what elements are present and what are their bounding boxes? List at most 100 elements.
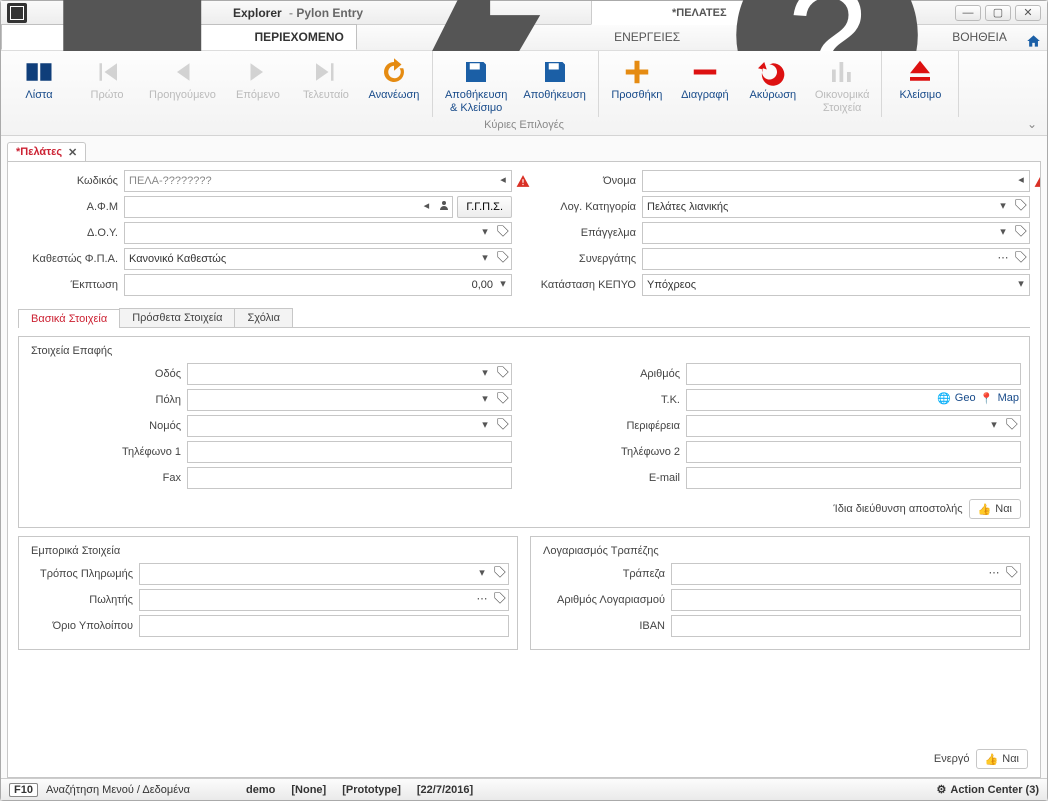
same-shipping-toggle[interactable]: 👍 Ναι	[969, 499, 1021, 519]
ggps-button[interactable]: Γ.Γ.Π.Σ.	[457, 196, 512, 218]
ellipsis-icon[interactable]: ⋯	[475, 591, 489, 605]
num-input[interactable]	[686, 363, 1021, 385]
tab-content[interactable]: ΠΕΡΙΕΧΟΜΕΝΟ	[1, 24, 357, 50]
tel1-input[interactable]	[187, 441, 512, 463]
fax-label: Fax	[27, 472, 187, 484]
payment-input[interactable]	[139, 563, 509, 585]
pin-icon[interactable]: 📍	[980, 391, 994, 405]
tag-icon[interactable]	[493, 591, 507, 605]
associate-label: Συνεργάτης	[536, 253, 642, 265]
person-icon[interactable]	[437, 198, 451, 212]
save-button[interactable]: Αποθήκευση	[519, 55, 589, 117]
save-close-button[interactable]: Αποθήκευση & Κλείσιμο	[441, 55, 511, 117]
chevron-down-icon[interactable]: ▾	[478, 250, 492, 264]
chevron-down-icon[interactable]: ▾	[475, 565, 489, 579]
minimize-button[interactable]: —	[955, 5, 981, 21]
tag-icon[interactable]	[1005, 417, 1019, 431]
iban-input[interactable]	[671, 615, 1021, 637]
chevron-down-icon[interactable]: ▾	[478, 224, 492, 238]
save-close-icon	[461, 57, 491, 87]
tel2-label: Τηλέφωνο 2	[536, 446, 686, 458]
tag-icon[interactable]	[496, 417, 510, 431]
ribbon-group-save: Αποθήκευση & Κλείσιμο Αποθήκευση	[433, 51, 599, 117]
ribbon-collapse-icon[interactable]: ⌄	[1027, 117, 1037, 131]
chevron-down-icon[interactable]: ▾	[1014, 276, 1028, 290]
maximize-button[interactable]: ▢	[985, 5, 1011, 21]
geo-button[interactable]: Geo	[955, 392, 976, 404]
globe-icon[interactable]: 🌐	[937, 391, 951, 405]
tag-icon[interactable]	[496, 224, 510, 238]
ellipsis-icon[interactable]: ⋯	[996, 250, 1010, 264]
vatstatus-input[interactable]	[124, 248, 512, 270]
chevron-down-icon[interactable]: ▾	[996, 224, 1010, 238]
street-input[interactable]	[187, 363, 512, 385]
close-window-button[interactable]: ✕	[1015, 5, 1041, 21]
chevron-left-icon[interactable]: ◂	[1014, 172, 1028, 186]
logcat-input[interactable]	[642, 196, 1030, 218]
tag-icon[interactable]	[496, 391, 510, 405]
active-toggle[interactable]: 👍 Ναι	[976, 749, 1028, 769]
salesman-input[interactable]	[139, 589, 509, 611]
iban-label: IBAN	[539, 620, 671, 632]
associate-input[interactable]	[642, 248, 1030, 270]
chevron-down-icon[interactable]: ▾	[996, 198, 1010, 212]
tag-icon[interactable]	[496, 365, 510, 379]
tag-icon[interactable]	[493, 565, 507, 579]
chevron-left-icon[interactable]: ◂	[419, 198, 433, 212]
fax-input[interactable]	[187, 467, 512, 489]
chevron-down-icon[interactable]: ▾	[987, 417, 1001, 431]
tab-actions[interactable]: ΕΝΕΡΓΕΙΕΣ	[357, 24, 693, 50]
name-input[interactable]	[642, 170, 1030, 192]
list-button[interactable]: Λίστα	[9, 55, 69, 117]
prev-button: Προηγούμενο	[145, 55, 220, 117]
chevron-left-icon[interactable]: ◂	[496, 172, 510, 186]
bank-input[interactable]	[671, 563, 1021, 585]
code-input[interactable]	[124, 170, 512, 192]
county-input[interactable]	[187, 415, 512, 437]
tag-icon[interactable]	[1014, 198, 1028, 212]
afm-input[interactable]	[124, 196, 453, 218]
tel2-input[interactable]	[686, 441, 1021, 463]
tag-icon[interactable]	[1014, 250, 1028, 264]
discount-input[interactable]	[124, 274, 512, 296]
form-area: Κωδικός ◂ Α.Φ.Μ ◂	[7, 161, 1041, 778]
profession-input[interactable]	[642, 222, 1030, 244]
next-icon	[243, 57, 273, 87]
plus-icon	[622, 57, 652, 87]
action-center-button[interactable]: ⚙ Action Center (3)	[937, 783, 1040, 796]
tab-help[interactable]: ? ΒΟΗΘΕΙΑ	[693, 24, 1020, 50]
doy-input[interactable]	[124, 222, 512, 244]
status-prototype: [Prototype]	[342, 784, 401, 796]
city-input[interactable]	[187, 389, 512, 411]
map-button[interactable]: Map	[998, 392, 1019, 404]
refresh-button[interactable]: Ανανέωση	[364, 55, 424, 117]
email-input[interactable]	[686, 467, 1021, 489]
tag-icon[interactable]	[1014, 224, 1028, 238]
home-icon[interactable]	[1026, 32, 1041, 50]
tab-extra[interactable]: Πρόσθετα Στοιχεία	[119, 308, 235, 327]
chevron-down-icon[interactable]: ▾	[478, 365, 492, 379]
accno-input[interactable]	[671, 589, 1021, 611]
f10-key[interactable]: F10	[9, 783, 38, 797]
thumbs-up-icon: 👍	[978, 503, 992, 516]
add-button[interactable]: Προσθήκη	[607, 55, 667, 117]
tag-icon[interactable]	[496, 250, 510, 264]
chevron-down-icon[interactable]: ▾	[478, 417, 492, 431]
warning-icon	[1034, 174, 1041, 188]
delete-button[interactable]: Διαγραφή	[675, 55, 735, 117]
tab-basic[interactable]: Βασικά Στοιχεία	[18, 309, 120, 328]
chevron-down-icon[interactable]: ▾	[496, 276, 510, 290]
same-shipping-row: Ίδια διεύθυνση αποστολής 👍 Ναι	[27, 499, 1021, 519]
last-icon	[311, 57, 341, 87]
tag-icon[interactable]	[1005, 565, 1019, 579]
f10-text: Αναζήτηση Μενού / Δεδομένα	[46, 784, 190, 796]
ellipsis-icon[interactable]: ⋯	[987, 565, 1001, 579]
same-shipping-value: Ναι	[995, 503, 1012, 515]
tab-notes[interactable]: Σχόλια	[234, 308, 293, 327]
chevron-down-icon[interactable]: ▾	[478, 391, 492, 405]
region-input[interactable]	[686, 415, 1021, 437]
creditlimit-input[interactable]	[139, 615, 509, 637]
cancel-button[interactable]: Ακύρωση	[743, 55, 803, 117]
close-doc-button[interactable]: Κλείσιμο	[890, 55, 950, 117]
kepyo-input[interactable]	[642, 274, 1030, 296]
